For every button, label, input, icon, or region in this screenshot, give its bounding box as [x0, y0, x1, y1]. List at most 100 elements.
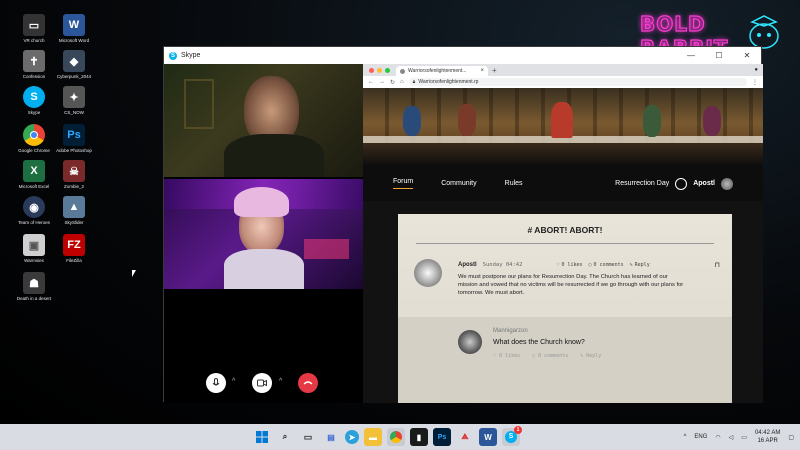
username[interactable]: Apostl: [693, 180, 715, 187]
nav-forum[interactable]: Forum: [393, 178, 414, 189]
tab-close-icon[interactable]: ×: [480, 68, 484, 74]
reply-reply-button[interactable]: ✎ Reply: [580, 353, 601, 359]
word-taskbar-icon[interactable]: W: [479, 428, 497, 446]
reply-comments-button[interactable]: ○ 0 comments: [532, 353, 568, 359]
desktop-icon-skype[interactable]: S Skype: [13, 86, 55, 115]
menu-icon[interactable]: ⋮: [752, 79, 758, 86]
forward-icon[interactable]: →: [379, 79, 385, 85]
widgets-icon[interactable]: ▤: [322, 428, 340, 446]
browser-tab[interactable]: Warriorsofenlightenment... ×: [396, 66, 488, 76]
start-button[interactable]: [253, 428, 271, 446]
desktop-icon-excel[interactable]: X Microsoft Excel: [13, 160, 55, 189]
chrome-icon: [23, 124, 45, 146]
reply-author[interactable]: Mannigarzon: [493, 328, 528, 334]
user-avatar[interactable]: [721, 177, 733, 190]
new-tab-button[interactable]: +: [492, 66, 497, 75]
minimize-dot-icon[interactable]: [377, 68, 382, 73]
tab-title: Warriorsofenlightenment...: [408, 68, 467, 74]
address-row: ← → ↻ ⌂ 🔒︎ Warriorsofenlightenment.rp ⋮: [363, 76, 763, 88]
skype-taskbar-icon[interactable]: S 1: [502, 426, 522, 446]
desktop-icon-confession[interactable]: ✝ Confession: [13, 50, 55, 79]
reply-button[interactable]: ✎ Reply: [630, 262, 650, 268]
app-icon[interactable]: ▮: [410, 428, 428, 446]
comment-icon: ○: [588, 262, 592, 268]
video-button[interactable]: [252, 373, 272, 393]
chrome-taskbar-icon[interactable]: [387, 428, 405, 446]
chrome-window: Warriorsofenlightenment... × + ● ← → ↻ ⌂…: [363, 64, 763, 403]
battery-icon[interactable]: ▭: [741, 434, 747, 441]
desktop-icon-photoshop[interactable]: Ps Adobe Photoshop: [53, 124, 95, 153]
comments-button[interactable]: ○ 0 comments: [589, 262, 624, 268]
desktop-icon-word[interactable]: W Microsoft Word: [53, 14, 95, 43]
task-view-icon[interactable]: ▭: [299, 428, 317, 446]
thread-panel: # ABORT! ABORT! Apostl Sunday 04:42 ♡ 0 l…: [398, 214, 732, 403]
heart-icon: ♡: [556, 262, 560, 268]
search-icon[interactable]: ⌕: [276, 428, 294, 446]
reply-text: What does the Church know?: [493, 339, 585, 346]
nav-community[interactable]: Community: [441, 180, 476, 187]
skype-title: Skype: [181, 52, 201, 59]
close-dot-icon[interactable]: [369, 68, 374, 73]
file-explorer-icon[interactable]: ▬: [364, 428, 382, 446]
desktop-icon-filezilla[interactable]: FZ FileZilla: [53, 234, 95, 263]
skype-logo-icon: S: [169, 51, 177, 60]
home-icon[interactable]: ⌂: [400, 79, 404, 85]
reload-icon[interactable]: ↻: [390, 79, 395, 86]
nav-rules[interactable]: Rules: [505, 180, 523, 187]
window-dots: [363, 68, 396, 76]
profile-icon[interactable]: ●: [754, 67, 758, 73]
address-bar[interactable]: 🔒︎ Warriorsofenlightenment.rp: [408, 78, 747, 86]
reply-actions: ♡ 0 likes ○ 0 comments ✎ Reply: [493, 353, 601, 359]
reply-like-button[interactable]: ♡ 0 likes: [493, 353, 520, 359]
notifications-icon[interactable]: ▢: [788, 434, 794, 441]
close-button[interactable]: ✕: [733, 51, 761, 60]
zoom-dot-icon[interactable]: [385, 68, 390, 73]
reply-comment: Mannigarzon What does the Church know? ♡…: [398, 317, 732, 403]
desktop-icon-zombie[interactable]: ☠ Zombie_2: [53, 160, 95, 189]
post-body: We must postpone our plans for Resurrect…: [458, 274, 684, 296]
post-author[interactable]: Apostl: [458, 262, 477, 268]
chevron-up-icon[interactable]: ^: [279, 378, 282, 385]
post-timestamp: Sunday 04:42: [482, 262, 523, 268]
desktop-icon-cs-now[interactable]: ✦ CS_NOW: [53, 86, 95, 115]
tab-strip: Warriorsofenlightenment... × + ●: [363, 64, 763, 76]
desktop-icon-team-of-heroes[interactable]: ◉ Team of Heroes: [13, 196, 55, 225]
cyberpunk-icon: ◆: [63, 50, 85, 72]
bookmark-icon[interactable]: ⊓: [715, 261, 720, 269]
favicon-icon: [400, 68, 405, 74]
resurrection-day-label[interactable]: Resurrection Day: [615, 180, 669, 187]
cs-icon: ✦: [63, 86, 85, 108]
desktop-icon-warmsies[interactable]: ▣ Warmsies: [13, 234, 55, 263]
clock[interactable]: 04:42 AM 16 APR: [755, 429, 780, 445]
post-avatar[interactable]: [414, 259, 442, 287]
wifi-icon[interactable]: ◠: [715, 434, 720, 441]
desktop-icon-chrome[interactable]: Google Chrome: [13, 124, 55, 153]
acrobat-icon[interactable]: ⟁: [456, 428, 474, 446]
desktop-icon-vr-church[interactable]: ▭ VR church: [13, 14, 55, 43]
desktop-icon-skyslider[interactable]: ▲ SkySlider: [53, 196, 95, 225]
language-indicator[interactable]: ENG: [694, 434, 707, 440]
end-call-button[interactable]: [298, 373, 318, 393]
excel-icon: X: [23, 160, 45, 182]
reply-avatar[interactable]: [458, 330, 482, 354]
volume-icon[interactable]: ◁: [729, 434, 734, 441]
maximize-button[interactable]: ☐: [705, 51, 733, 60]
mouse-cursor: [132, 270, 136, 277]
minimize-button[interactable]: —: [677, 51, 705, 60]
word-icon: W: [63, 14, 85, 36]
notification-badge: 1: [514, 426, 522, 434]
back-icon[interactable]: ←: [368, 79, 374, 85]
skype-titlebar: S Skype — ☐ ✕: [164, 47, 761, 64]
post-header: Apostl Sunday 04:42 ♡ 0 likes ○ 0 comments…: [458, 261, 720, 269]
telegram-icon[interactable]: ➤: [345, 430, 359, 444]
like-button[interactable]: ♡ 0 likes: [556, 262, 582, 268]
date-text: 16 APR: [757, 438, 778, 444]
microphone-button[interactable]: [206, 373, 226, 393]
chevron-up-icon[interactable]: ^: [232, 378, 235, 385]
photoshop-taskbar-icon[interactable]: Ps: [433, 428, 451, 446]
desktop-icon-cyberpunk[interactable]: ◆ Cyberpunk_2044: [53, 50, 95, 79]
desktop: BOLDRABBIT ▭ VR church W Microsoft Word …: [0, 0, 800, 424]
desktop-icon-death-in-desert[interactable]: ☗ Death in a desert: [13, 272, 55, 301]
skype-icon: S: [23, 86, 45, 108]
chevron-up-icon[interactable]: ^: [684, 434, 687, 440]
